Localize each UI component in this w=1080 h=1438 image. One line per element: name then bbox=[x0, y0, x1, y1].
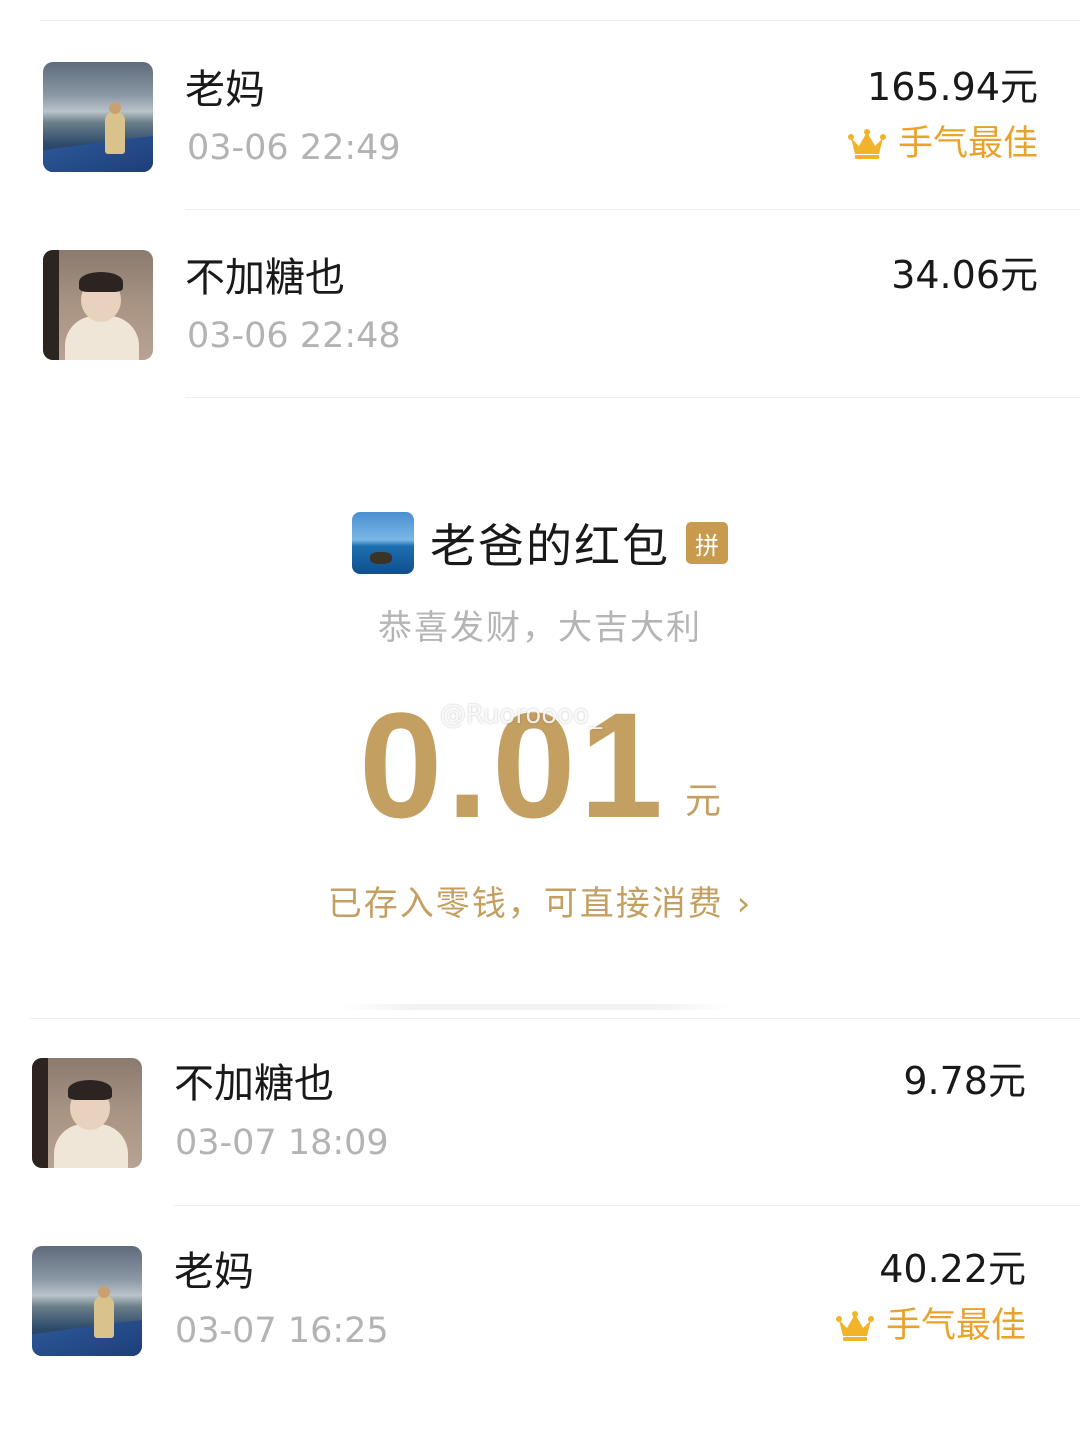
amount: 165.94元 bbox=[867, 65, 1038, 109]
timestamp: 03-06 22:48 bbox=[187, 316, 401, 356]
list-item[interactable]: 老妈 03-06 22:49 165.94元 手气最佳 bbox=[0, 20, 1080, 210]
avatar[interactable] bbox=[32, 1058, 142, 1168]
sender-name: 老妈 bbox=[174, 1249, 254, 1295]
amount: 34.06元 bbox=[891, 253, 1038, 297]
list-item[interactable]: 不加糖也 03-07 18:09 9.78元 bbox=[0, 1018, 1080, 1206]
timestamp: 03-07 18:09 bbox=[175, 1123, 389, 1163]
avatar[interactable] bbox=[32, 1246, 142, 1356]
best-luck-badge: 手气最佳 bbox=[847, 123, 1038, 165]
timestamp: 03-07 16:25 bbox=[175, 1311, 389, 1351]
best-luck-label: 手气最佳 bbox=[885, 1306, 1026, 1346]
packet-title: 老爸的红包 bbox=[430, 519, 670, 573]
sender-name: 老妈 bbox=[185, 67, 265, 113]
packet-wish: 恭喜发财，大吉大利 bbox=[378, 608, 702, 648]
avatar[interactable] bbox=[43, 250, 153, 360]
amount-unit: 元 bbox=[684, 781, 721, 822]
sender-name: 不加糖也 bbox=[185, 255, 345, 301]
sender-name: 不加糖也 bbox=[174, 1061, 334, 1107]
list-item[interactable]: 老妈 03-07 16:25 40.22元 手气最佳 bbox=[0, 1206, 1080, 1394]
list-item[interactable]: 不加糖也 03-06 22:48 34.06元 bbox=[0, 208, 1080, 398]
group-packet-badge: 拼 bbox=[686, 522, 728, 564]
best-luck-badge: 手气最佳 bbox=[835, 1305, 1026, 1347]
section-handle bbox=[340, 1004, 730, 1010]
crown-icon bbox=[847, 129, 886, 159]
amount: 40.22元 bbox=[879, 1247, 1026, 1291]
watermark: @Ruoroooo_ bbox=[440, 700, 603, 730]
sender-avatar[interactable] bbox=[352, 512, 414, 574]
packet-header: 老爸的红包 拼 bbox=[0, 510, 1080, 576]
crown-icon bbox=[835, 1311, 874, 1341]
wallet-link[interactable]: 已存入零钱，可直接消费 › bbox=[0, 876, 1080, 925]
amount: 9.78元 bbox=[903, 1059, 1026, 1103]
divider bbox=[185, 397, 1080, 398]
timestamp: 03-06 22:49 bbox=[187, 128, 401, 168]
avatar[interactable] bbox=[43, 62, 153, 172]
best-luck-label: 手气最佳 bbox=[897, 124, 1038, 164]
